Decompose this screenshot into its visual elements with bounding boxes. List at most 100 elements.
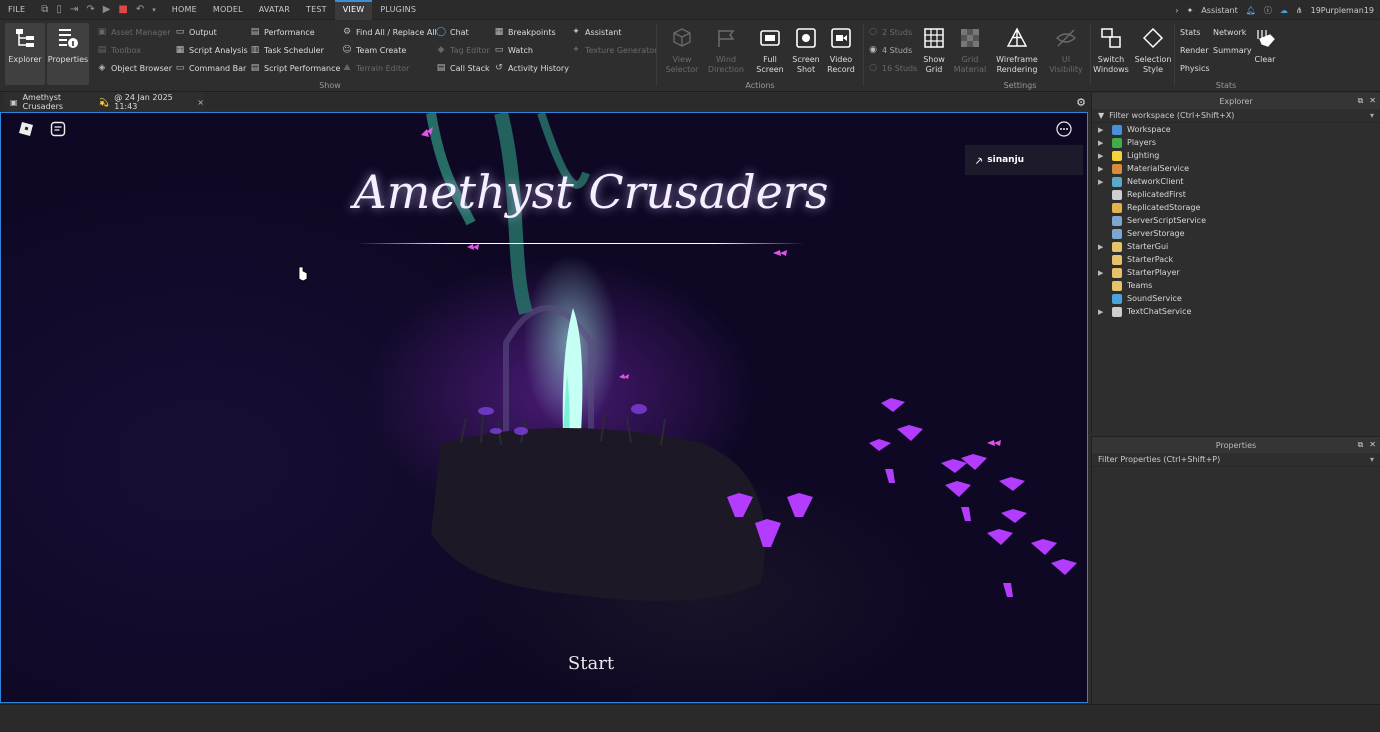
chat-button[interactable]: ◯ Chat [436, 25, 469, 39]
team-create-button[interactable]: ☺ Team Create [342, 43, 406, 57]
username[interactable]: 19Purpleman19 [1311, 6, 1374, 15]
tree-item[interactable]: ▶ Lighting [1092, 149, 1380, 162]
render-button[interactable]: Render [1180, 43, 1208, 57]
tree-item[interactable]: ReplicatedStorage [1092, 201, 1380, 214]
properties-filter[interactable]: Filter Properties (Ctrl+Shift+P) ▾ [1092, 453, 1380, 467]
tab-avatar[interactable]: AVATAR [251, 0, 298, 20]
script-analysis-button[interactable]: ▦ Script Analysis [175, 43, 248, 57]
tree-item[interactable]: Teams [1092, 279, 1380, 292]
bell-icon[interactable]: 🔔︎ [1246, 6, 1256, 15]
game-viewport[interactable]: ⸕ sinanju Amethyst Crusaders Start [0, 112, 1088, 703]
tree-item[interactable]: ▶ NetworkClient [1092, 175, 1380, 188]
wireframe-button[interactable]: Wireframe Rendering [994, 23, 1040, 85]
explorer-filter-input[interactable]: Filter workspace (Ctrl+Shift+X) [1109, 111, 1234, 120]
expand-arrow-icon[interactable]: ▶ [1098, 308, 1106, 316]
assistant-ribbon-button[interactable]: ✦ Assistant [571, 25, 621, 39]
player-list-entry[interactable]: ⸕ sinanju [965, 145, 1083, 175]
stop-icon[interactable]: ■ [118, 4, 127, 15]
explorer-filter[interactable]: ▼ Filter workspace (Ctrl+Shift+X) ▾ [1092, 109, 1380, 123]
breakpoints-button[interactable]: ▦ Breakpoints [494, 25, 556, 39]
cloud-icon[interactable]: ☁ [1280, 6, 1288, 15]
tree-item[interactable]: ServerScriptService [1092, 214, 1380, 227]
undo-icon[interactable]: ↶ [136, 4, 144, 15]
chevron-down-icon[interactable]: ▾ [1370, 455, 1374, 464]
physics-button[interactable]: Physics [1180, 61, 1210, 75]
grid-material-button[interactable]: Grid Material [950, 23, 990, 85]
assistant-icon[interactable]: ✦ [1187, 6, 1194, 15]
tree-item[interactable]: ▶ Workspace [1092, 123, 1380, 136]
selection-style-button[interactable]: Selection Style [1133, 23, 1173, 85]
new-file-icon[interactable]: ▯ [56, 4, 62, 15]
watch-button[interactable]: ▭ Watch [494, 43, 533, 57]
file-menu[interactable]: FILE [0, 0, 33, 20]
video-record-button[interactable]: Video Record [821, 23, 861, 85]
expand-arrow-icon[interactable]: ▶ [1098, 178, 1106, 186]
studs-4-option[interactable]: ◉ 4 Studs [868, 43, 912, 57]
start-button[interactable]: Start [541, 653, 641, 674]
switch-windows-button[interactable]: Switch Windows [1091, 23, 1131, 85]
redo-icon[interactable]: ↷ [86, 4, 94, 15]
document-tab[interactable]: ▣ Amethyst Crusaders 💫 @ 24 Jan 2025 11:… [4, 93, 204, 111]
tree-item[interactable]: StarterPack [1092, 253, 1380, 266]
chevron-down-icon[interactable]: ▾ [1370, 111, 1374, 120]
tree-item[interactable]: ▶ StarterPlayer [1092, 266, 1380, 279]
gear-icon[interactable]: ⚙ [1076, 96, 1086, 109]
copy-icon[interactable]: ⧉ [41, 4, 48, 15]
task-scheduler-button[interactable]: ▥ Task Scheduler [250, 43, 324, 57]
object-browser-button[interactable]: ◈ Object Browser [97, 61, 172, 75]
popout-icon[interactable]: ⧉ [1358, 96, 1364, 106]
find-all-button[interactable]: ⚙ Find All / Replace All [342, 25, 437, 39]
ui-visibility-button[interactable]: UI Visibility [1044, 23, 1088, 85]
expand-arrow-icon[interactable]: ▶ [1098, 139, 1106, 147]
asset-manager-button[interactable]: ▣ Asset Manager [97, 25, 171, 39]
toolbox-button[interactable]: ▤ Toolbox [97, 43, 141, 57]
tree-item[interactable]: ▶ MaterialService [1092, 162, 1380, 175]
chat-toggle-icon[interactable] [49, 121, 67, 137]
command-bar-button[interactable]: ▭ Command Bar [175, 61, 247, 75]
share-icon[interactable]: ⋔ [1296, 6, 1303, 15]
performance-button[interactable]: ▤ Performance [250, 25, 315, 39]
properties-filter-input[interactable]: Filter Properties (Ctrl+Shift+P) [1098, 455, 1220, 464]
close-icon[interactable]: × [197, 98, 204, 107]
tree-item[interactable]: ServerStorage [1092, 227, 1380, 240]
close-icon[interactable]: ✕ [1369, 96, 1376, 106]
tab-home[interactable]: HOME [164, 0, 205, 20]
expand-arrow-icon[interactable]: ▶ [1098, 243, 1106, 251]
explorer-button[interactable]: Explorer [5, 23, 45, 85]
screenshot-button[interactable]: Screen Shot [786, 23, 826, 85]
output-button[interactable]: ▭ Output [175, 25, 217, 39]
tree-item[interactable]: SoundService [1092, 292, 1380, 305]
full-screen-button[interactable]: Full Screen [750, 23, 790, 85]
tag-editor-button[interactable]: ◆ Tag Editor [436, 43, 490, 57]
network-button[interactable]: Network [1213, 25, 1246, 39]
expand-arrow-icon[interactable]: ▶ [1098, 126, 1106, 134]
terrain-editor-button[interactable]: ⛰ Terrain Editor [342, 61, 409, 75]
tab-view[interactable]: VIEW [334, 0, 373, 20]
chevron-down-icon[interactable]: ▾ [152, 6, 156, 14]
expand-arrow-icon[interactable]: ▶ [1098, 269, 1106, 277]
activity-history-button[interactable]: ↺ Activity History [494, 61, 569, 75]
tree-item[interactable]: ▶ StarterGui [1092, 240, 1380, 253]
tree-item[interactable]: ▶ Players [1092, 136, 1380, 149]
assistant-button[interactable]: Assistant [1201, 6, 1237, 15]
more-options-icon[interactable] [1055, 121, 1073, 137]
stats-button[interactable]: Stats [1180, 25, 1200, 39]
tree-item[interactable]: ReplicatedFirst [1092, 188, 1380, 201]
properties-button[interactable]: Properties [47, 23, 89, 85]
clear-button[interactable]: Clear [1250, 23, 1280, 85]
tab-plugins[interactable]: PLUGINS [372, 0, 424, 20]
expand-arrow-icon[interactable]: ▶ [1098, 152, 1106, 160]
tab-test[interactable]: TEST [298, 0, 335, 20]
expand-arrow-icon[interactable]: ▶ [1098, 165, 1106, 173]
texture-generator-button[interactable]: ✦ Texture Generator [571, 43, 657, 57]
studs-16-option[interactable]: ○ 16 Studs [868, 61, 917, 75]
close-icon[interactable]: ✕ [1369, 440, 1376, 450]
script-performance-button[interactable]: ▤ Script Performance [250, 61, 341, 75]
view-selector-button[interactable]: View Selector [662, 23, 702, 85]
expand-icon[interactable]: › [1175, 6, 1178, 15]
play-icon[interactable]: ▶ [103, 4, 111, 15]
wind-direction-button[interactable]: Wind Direction [706, 23, 746, 85]
studs-2-option[interactable]: ○ 2 Studs [868, 25, 912, 39]
publish-icon[interactable]: ⇥ [70, 4, 78, 15]
show-grid-button[interactable]: Show Grid [914, 23, 954, 85]
